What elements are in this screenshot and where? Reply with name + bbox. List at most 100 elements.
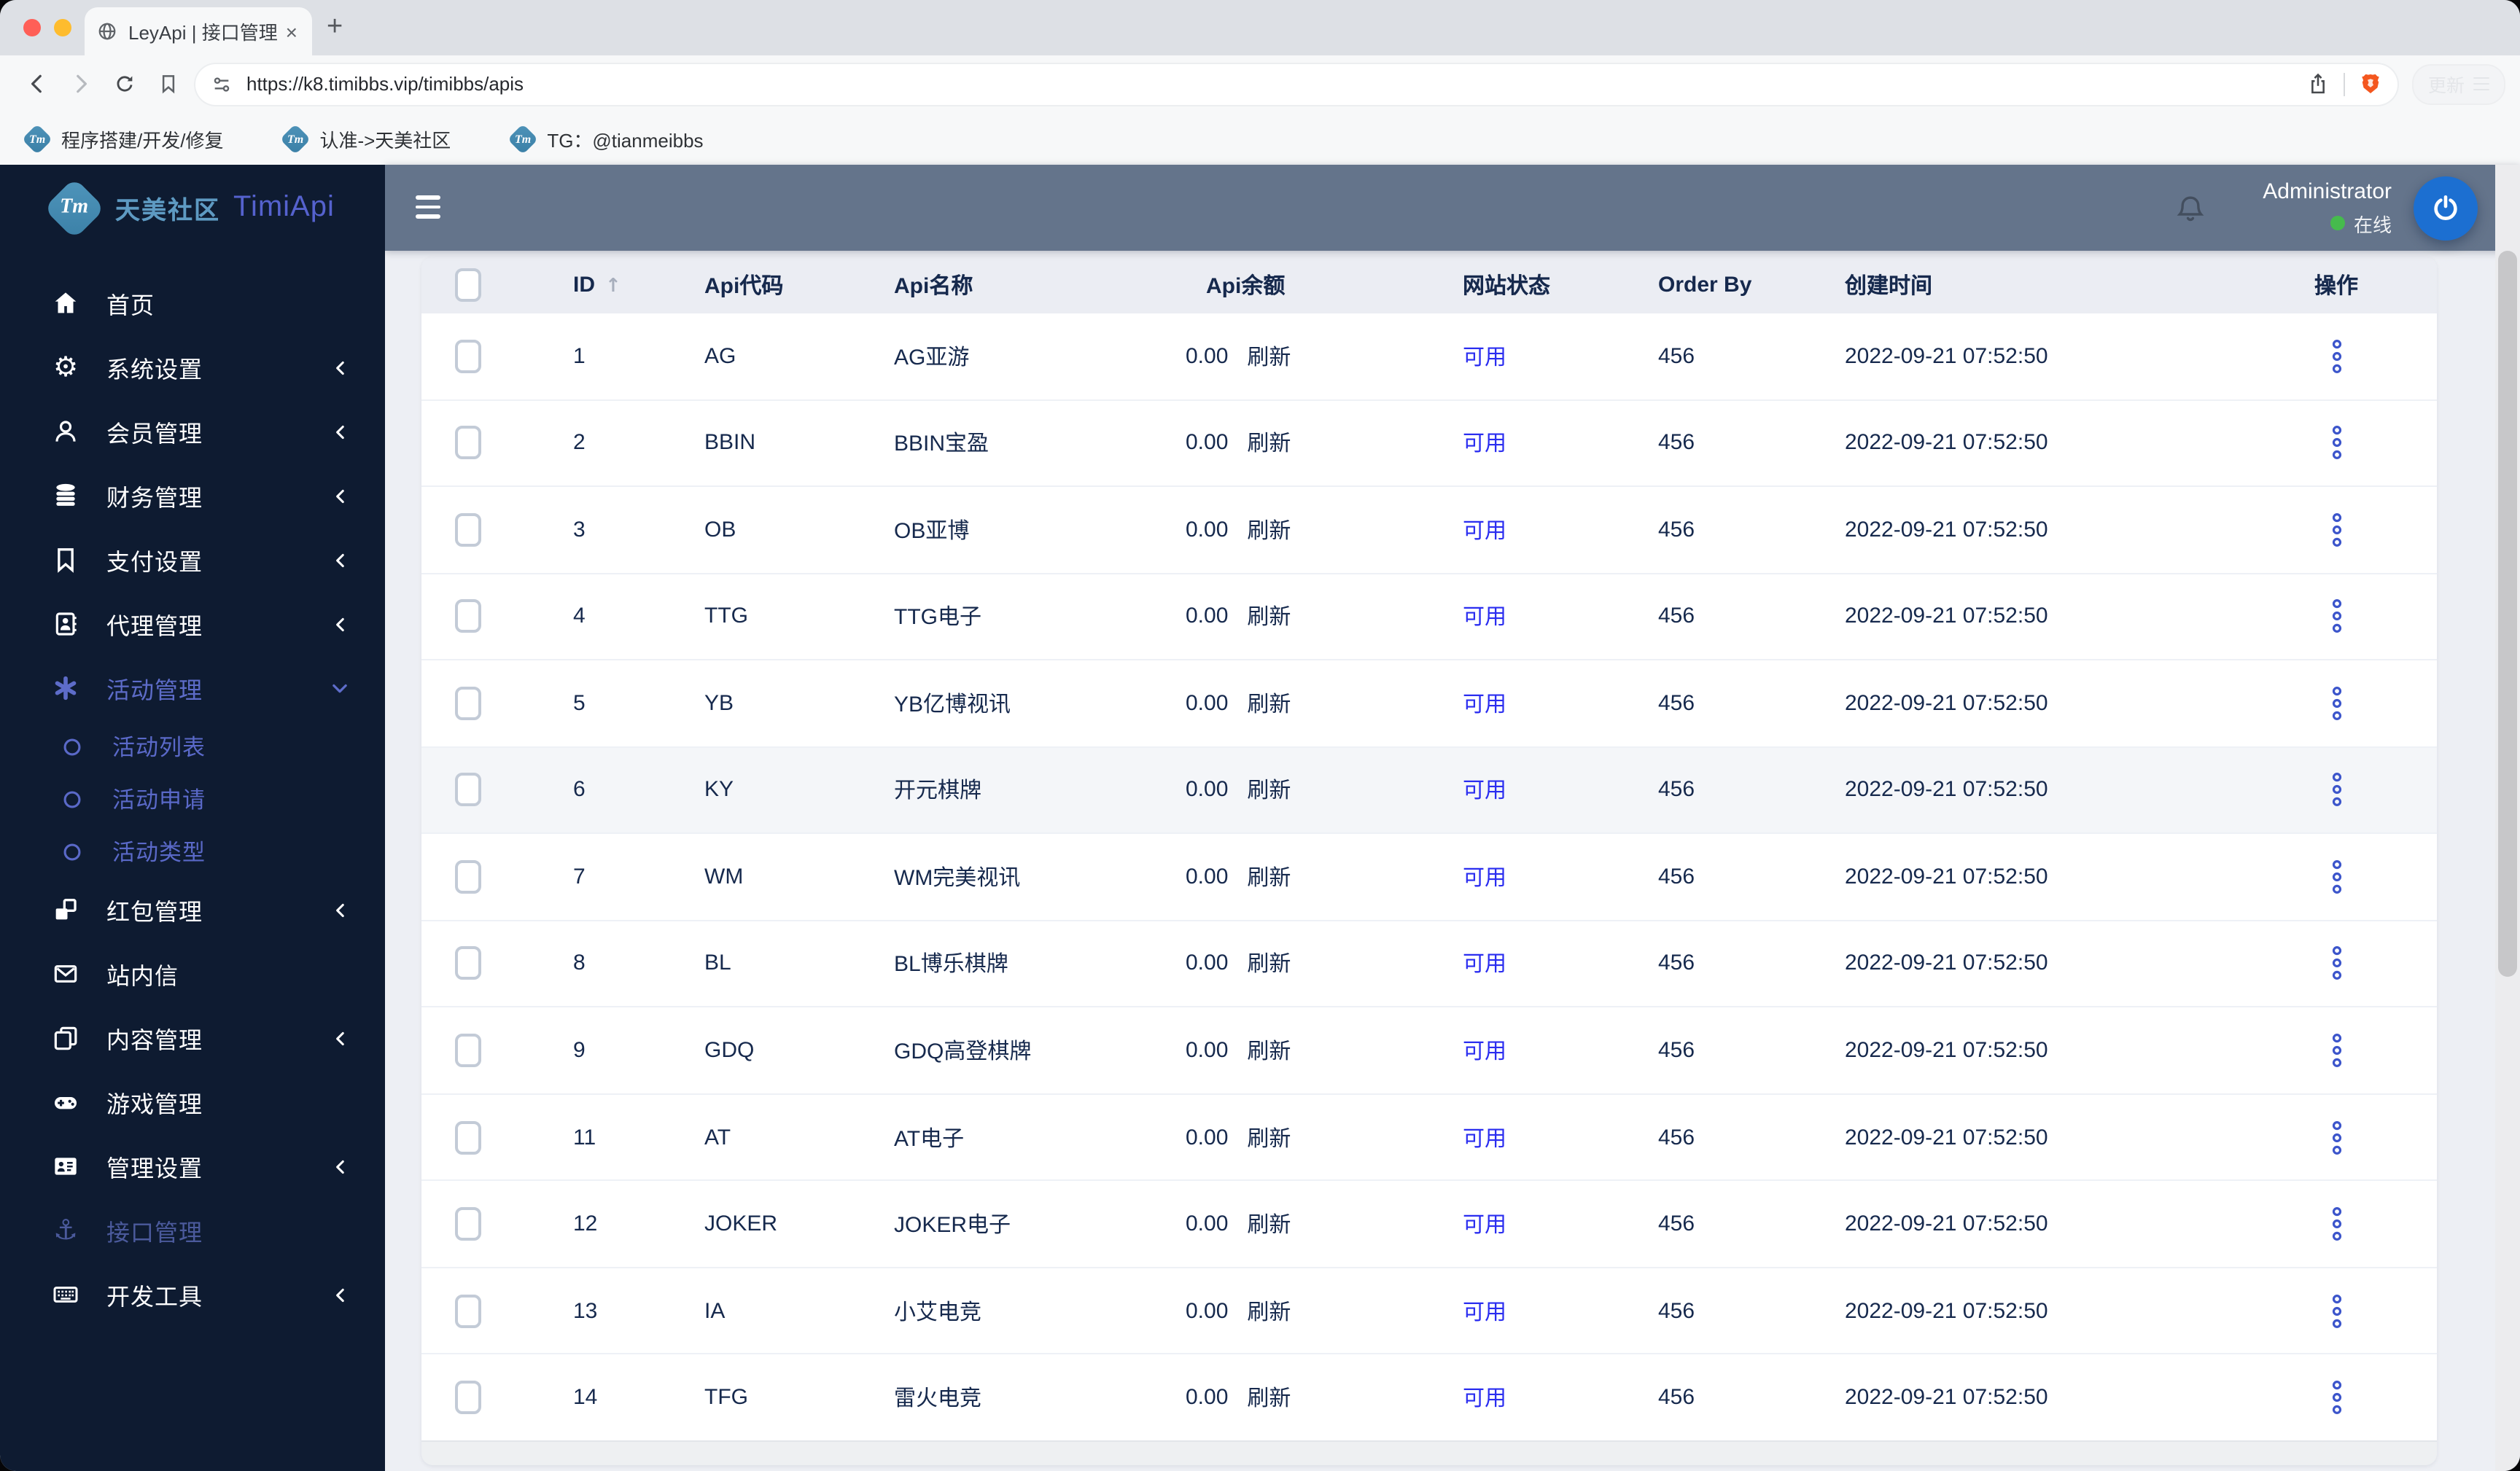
- row-checkbox[interactable]: [455, 1294, 481, 1328]
- site-status-link[interactable]: 可用: [1463, 346, 1506, 370]
- row-actions-menu-icon[interactable]: [2325, 1206, 2347, 1242]
- sidebar-item[interactable]: 游戏管理: [0, 1070, 385, 1134]
- new-tab-button[interactable]: +: [327, 12, 343, 44]
- row-actions-menu-icon[interactable]: [2325, 859, 2347, 895]
- browser-update-button[interactable]: 更新: [2412, 63, 2505, 104]
- site-status-link[interactable]: 可用: [1463, 779, 1506, 804]
- refresh-balance-link[interactable]: 刷新: [1247, 1122, 1291, 1152]
- sidebar-item[interactable]: 活动申请: [0, 773, 385, 825]
- row-actions-menu-icon[interactable]: [2325, 945, 2347, 982]
- site-status-link[interactable]: 可用: [1463, 692, 1506, 717]
- refresh-balance-link[interactable]: 刷新: [1247, 515, 1291, 545]
- column-created-at[interactable]: 创建时间: [1827, 270, 2236, 300]
- scrollbar-thumb[interactable]: [2498, 251, 2517, 977]
- row-checkbox[interactable]: [455, 686, 481, 720]
- refresh-balance-link[interactable]: 刷新: [1247, 775, 1291, 805]
- select-all-checkbox[interactable]: [455, 268, 481, 302]
- row-checkbox[interactable]: [455, 773, 481, 807]
- sidebar-item[interactable]: ⚓ 接口管理: [0, 1198, 385, 1263]
- sidebar-toggle-icon[interactable]: [416, 195, 440, 219]
- sidebar-item[interactable]: 活动列表: [0, 720, 385, 773]
- user-menu[interactable]: Administrator 在线: [2263, 179, 2392, 237]
- site-status-link[interactable]: 可用: [1463, 1039, 1506, 1064]
- row-checkbox[interactable]: [455, 946, 481, 980]
- sidebar-item[interactable]: 开发工具: [0, 1263, 385, 1327]
- refresh-balance-link[interactable]: 刷新: [1247, 862, 1291, 892]
- refresh-balance-link[interactable]: 刷新: [1247, 688, 1291, 719]
- bookmark-item[interactable]: Tm TG：@tianmeibbs: [508, 122, 704, 155]
- site-status-link[interactable]: 可用: [1463, 606, 1506, 631]
- sidebar-item[interactable]: 代理管理: [0, 592, 385, 656]
- back-icon[interactable]: [15, 62, 58, 106]
- reload-icon[interactable]: [102, 62, 146, 106]
- sidebar-item[interactable]: 活动类型: [0, 825, 385, 878]
- row-checkbox[interactable]: [455, 1381, 481, 1415]
- sidebar-item[interactable]: 管理设置: [0, 1134, 385, 1198]
- refresh-balance-link[interactable]: 刷新: [1247, 1035, 1291, 1066]
- address-bar[interactable]: https://k8.timibbs.vip/timibbs/apis: [195, 63, 2398, 104]
- row-checkbox[interactable]: [455, 1120, 481, 1155]
- refresh-balance-link[interactable]: 刷新: [1247, 601, 1291, 632]
- refresh-balance-link[interactable]: 刷新: [1247, 1382, 1291, 1413]
- site-status-link[interactable]: 可用: [1463, 1300, 1506, 1324]
- sidebar-item[interactable]: 红包管理: [0, 878, 385, 942]
- site-status-link[interactable]: 可用: [1463, 866, 1506, 891]
- bookmark-item[interactable]: Tm 认准->天美社区: [280, 122, 451, 155]
- row-actions-menu-icon[interactable]: [2325, 685, 2347, 722]
- refresh-balance-link[interactable]: 刷新: [1247, 1209, 1291, 1239]
- page-scrollbar[interactable]: [2495, 165, 2520, 1471]
- row-actions-menu-icon[interactable]: [2325, 338, 2347, 375]
- tab-close-icon[interactable]: ×: [283, 20, 300, 43]
- url-text[interactable]: https://k8.timibbs.vip/timibbs/apis: [246, 73, 2306, 95]
- column-id[interactable]: ID ↑: [515, 273, 646, 297]
- row-actions-menu-icon[interactable]: [2325, 1119, 2347, 1155]
- row-actions-menu-icon[interactable]: [2325, 598, 2347, 635]
- column-api-code[interactable]: Api代码: [646, 270, 836, 300]
- row-checkbox[interactable]: [455, 512, 481, 547]
- sidebar-item[interactable]: 首页: [0, 271, 385, 335]
- row-checkbox[interactable]: [455, 599, 481, 633]
- minimize-window-button[interactable]: [54, 19, 71, 36]
- row-actions-menu-icon[interactable]: [2325, 1379, 2347, 1416]
- row-actions-menu-icon[interactable]: [2325, 512, 2347, 548]
- site-status-link[interactable]: 可用: [1463, 432, 1506, 457]
- site-status-link[interactable]: 可用: [1463, 519, 1506, 544]
- column-api-name[interactable]: Api名称: [836, 270, 1186, 300]
- forward-icon[interactable]: [58, 62, 102, 106]
- sidebar-item[interactable]: 站内信: [0, 942, 385, 1006]
- notifications-bell-icon[interactable]: [2172, 190, 2207, 225]
- row-actions-menu-icon[interactable]: [2325, 1292, 2347, 1329]
- column-order-by[interactable]: Order By: [1638, 273, 1827, 297]
- row-actions-menu-icon[interactable]: [2325, 1032, 2347, 1069]
- row-checkbox[interactable]: [455, 426, 481, 460]
- refresh-balance-link[interactable]: 刷新: [1247, 341, 1291, 372]
- row-checkbox[interactable]: [455, 859, 481, 894]
- sidebar-item[interactable]: 会员管理: [0, 399, 385, 464]
- logout-power-button[interactable]: [2414, 176, 2478, 240]
- refresh-balance-link[interactable]: 刷新: [1247, 948, 1291, 979]
- row-actions-menu-icon[interactable]: [2325, 772, 2347, 808]
- brave-shields-icon[interactable]: [2358, 71, 2383, 96]
- sidebar-item[interactable]: 活动管理: [0, 656, 385, 720]
- sidebar-item[interactable]: 支付设置: [0, 528, 385, 592]
- row-actions-menu-icon[interactable]: [2325, 425, 2347, 461]
- sidebar-item[interactable]: 内容管理: [0, 1006, 385, 1070]
- refresh-balance-link[interactable]: 刷新: [1247, 1295, 1291, 1326]
- column-api-balance[interactable]: Api余额: [1186, 270, 1434, 300]
- refresh-balance-link[interactable]: 刷新: [1247, 428, 1291, 459]
- sort-asc-icon[interactable]: ↑: [605, 276, 621, 297]
- column-site-status[interactable]: 网站状态: [1434, 270, 1638, 300]
- row-checkbox[interactable]: [455, 339, 481, 373]
- row-checkbox[interactable]: [455, 1034, 481, 1068]
- site-status-link[interactable]: 可用: [1463, 1386, 1506, 1411]
- site-settings-icon[interactable]: [210, 72, 233, 95]
- share-icon[interactable]: [2306, 71, 2330, 96]
- bookmark-page-icon[interactable]: [146, 62, 190, 106]
- bookmark-item[interactable]: Tm 程序搭建/开发/修复: [21, 122, 223, 155]
- close-window-button[interactable]: [23, 19, 41, 36]
- site-status-link[interactable]: 可用: [1463, 1126, 1506, 1151]
- site-status-link[interactable]: 可用: [1463, 953, 1506, 978]
- site-status-link[interactable]: 可用: [1463, 1213, 1506, 1238]
- row-checkbox[interactable]: [455, 1207, 481, 1241]
- sidebar-item[interactable]: 财务管理: [0, 464, 385, 528]
